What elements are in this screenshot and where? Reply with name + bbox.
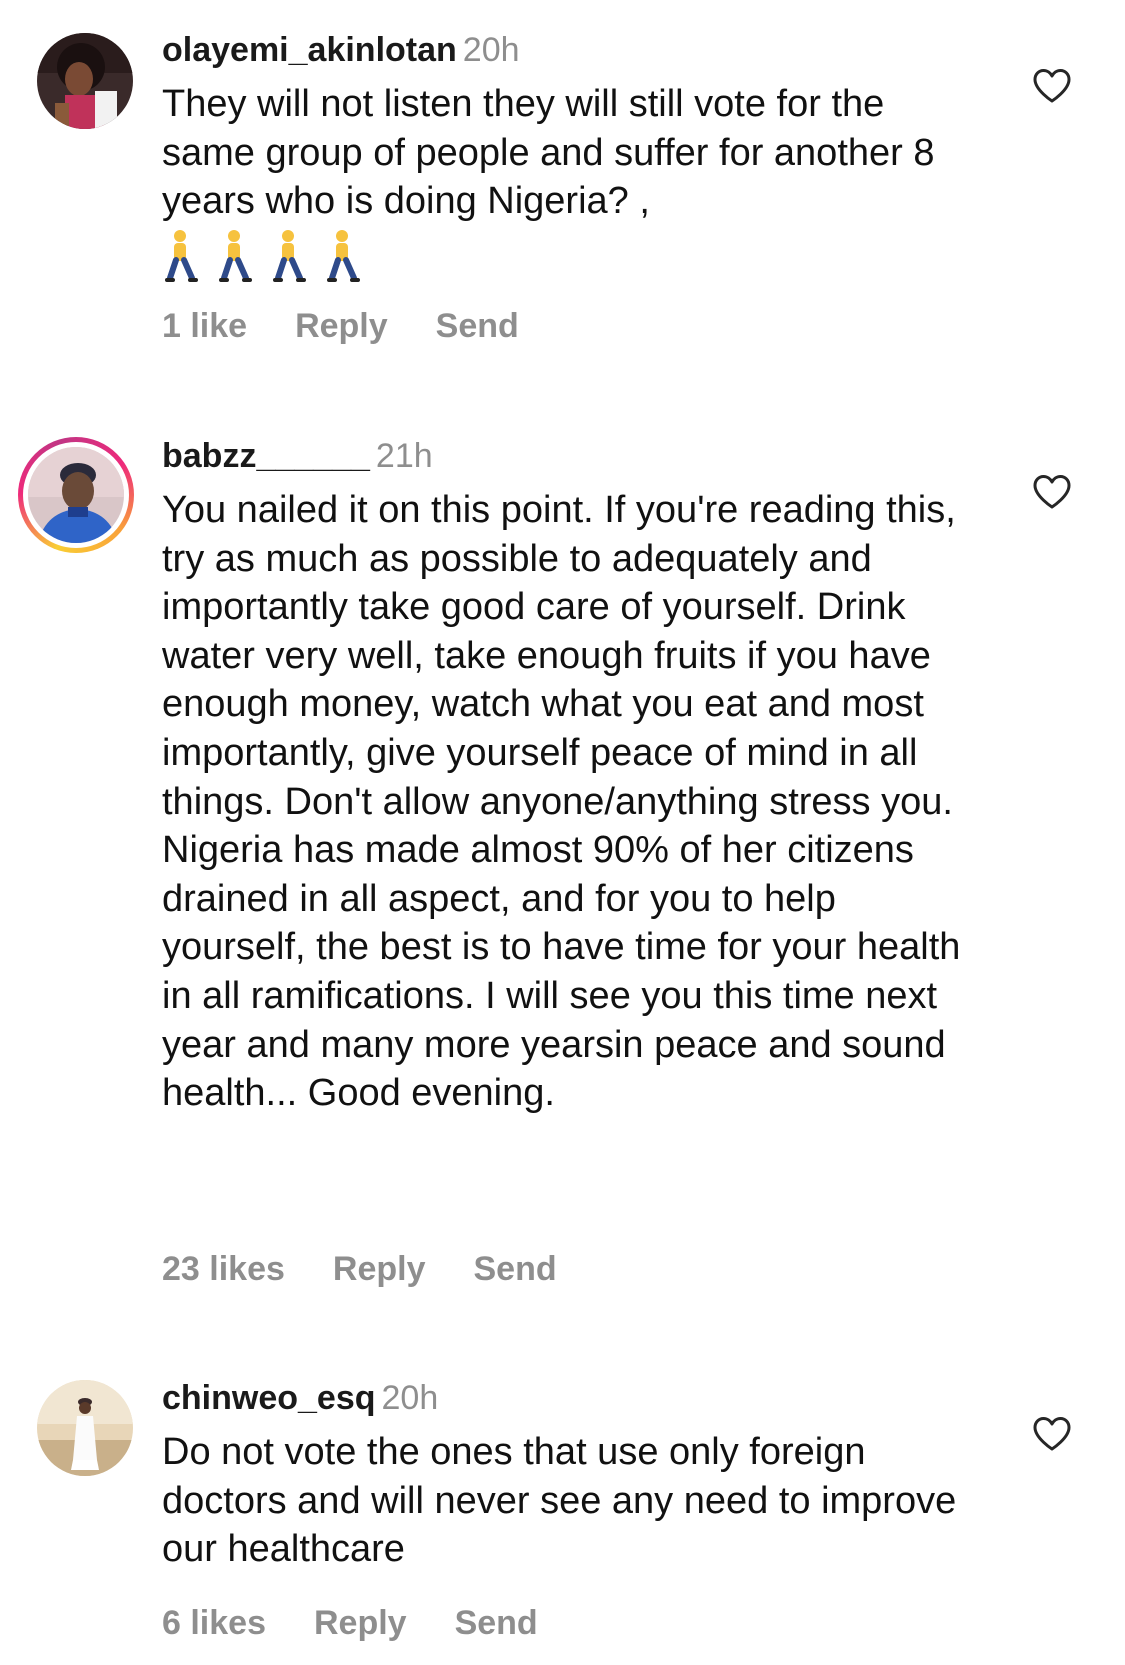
story-ring[interactable]: [18, 437, 134, 553]
avatar[interactable]: [37, 1380, 133, 1476]
comment-text: Do not vote the ones that use only forei…: [162, 1431, 967, 1571]
send-button[interactable]: Send: [473, 1249, 556, 1289]
comment-text: They will not listen they will still vot…: [162, 83, 946, 223]
emoji-row: [162, 228, 378, 284]
comment-actions: 23 likes Reply Send: [162, 1249, 605, 1289]
likes-count[interactable]: 1 like: [162, 306, 247, 346]
heart-outline-icon[interactable]: [1032, 1416, 1072, 1452]
avatar-photo: [37, 1380, 133, 1476]
reply-button[interactable]: Reply: [333, 1249, 426, 1289]
person-walking-icon: [273, 230, 306, 282]
person-walking-icon: [219, 230, 252, 282]
reply-button[interactable]: Reply: [295, 306, 388, 346]
send-button[interactable]: Send: [436, 306, 519, 346]
heart-outline-icon[interactable]: [1032, 68, 1072, 104]
avatar-photo: [28, 447, 124, 543]
comment-header: chinweo_esq 20h: [162, 1378, 438, 1418]
username[interactable]: babzz______: [162, 437, 370, 475]
person-walking-icon: [327, 230, 360, 282]
comment-actions: 6 likes Reply Send: [162, 1603, 586, 1643]
username[interactable]: olayemi_akinlotan: [162, 31, 457, 69]
timestamp: 21h: [375, 437, 433, 475]
avatar[interactable]: [37, 33, 133, 129]
comment-actions: 1 like Reply Send: [162, 306, 567, 346]
likes-count[interactable]: 6 likes: [162, 1603, 266, 1643]
reply-button[interactable]: Reply: [314, 1603, 407, 1643]
person-walking-icon: [165, 230, 198, 282]
send-button[interactable]: Send: [455, 1603, 538, 1643]
avatar-photo: [37, 33, 133, 129]
timestamp: 20h: [462, 31, 520, 69]
heart-outline-icon[interactable]: [1032, 474, 1072, 510]
comment-header: babzz______ 21h: [162, 436, 433, 476]
timestamp: 20h: [381, 1379, 439, 1417]
comment-header: olayemi_akinlotan 20h: [162, 30, 520, 70]
comment-text: You nailed it on this point. If you're r…: [162, 489, 971, 1115]
likes-count[interactable]: 23 likes: [162, 1249, 285, 1289]
username[interactable]: chinweo_esq: [162, 1379, 376, 1417]
